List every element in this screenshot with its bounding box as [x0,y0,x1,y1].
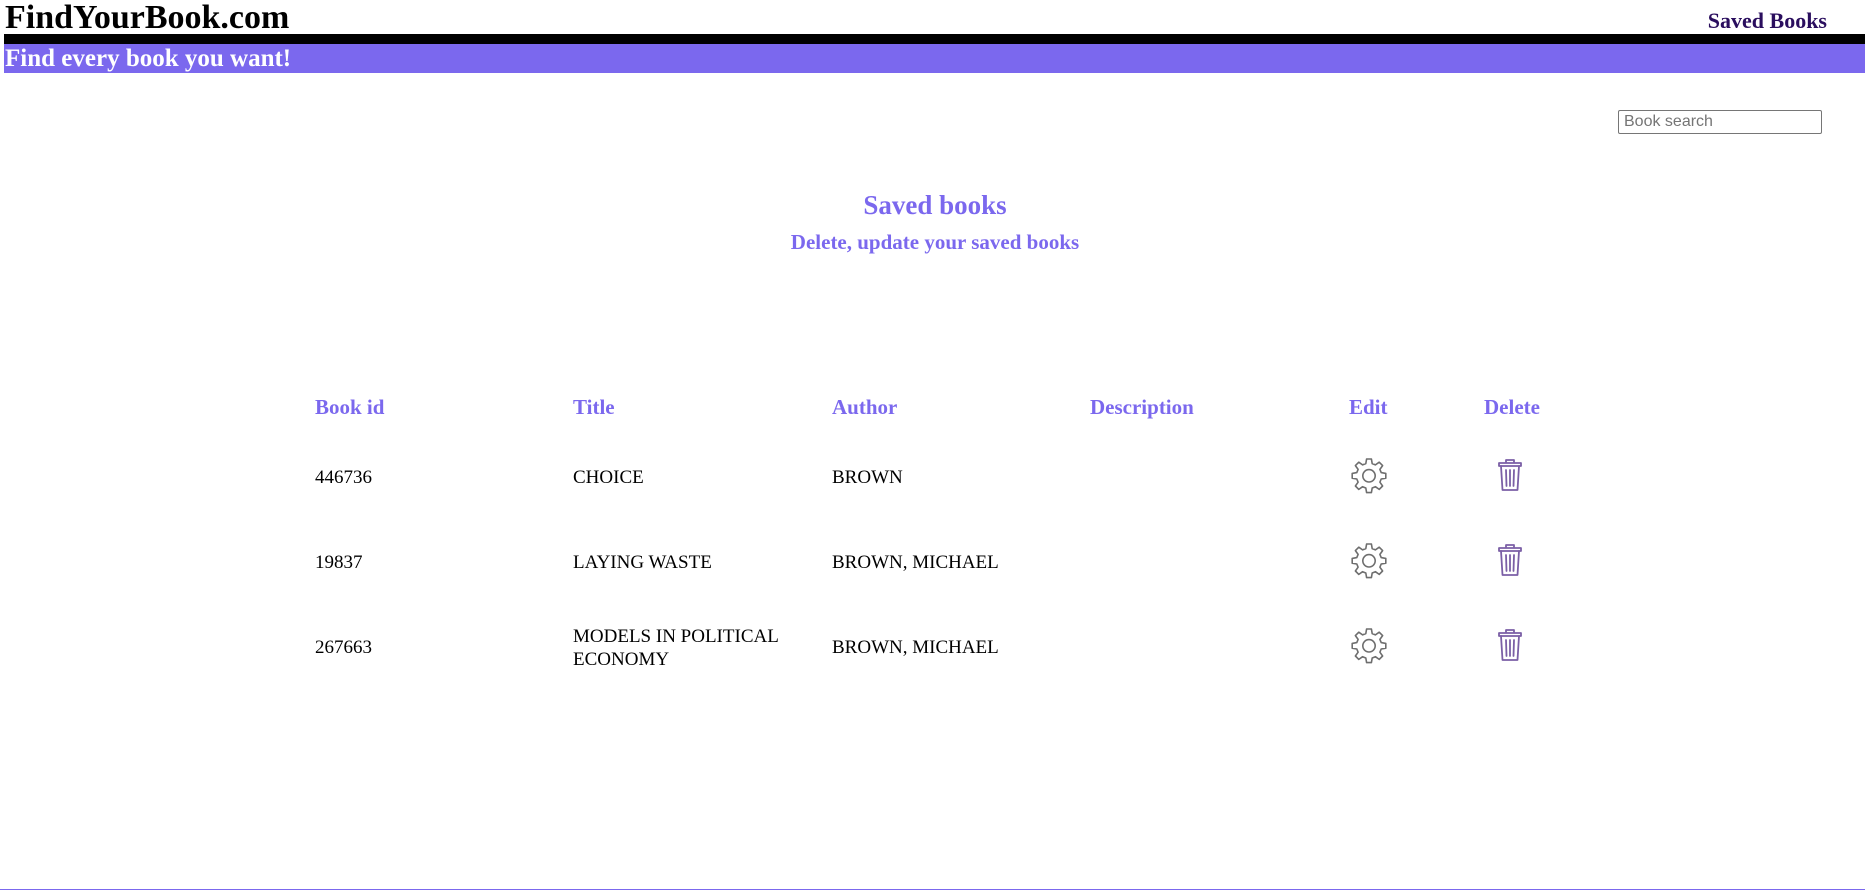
nav-saved-books-link[interactable]: Saved Books [1708,9,1827,33]
tagline-text: Find every book you want! [5,45,292,72]
cell-book-id: 446736 [315,467,372,488]
page-title: Saved books [863,190,1007,220]
cell-title: MODELS IN POLITICAL ECONOMY [573,626,779,670]
column-header-description: Description [1090,395,1194,419]
tagline-banner: Find every book you want! [4,44,1865,73]
trash-icon[interactable] [1490,455,1530,495]
page-subtitle: Delete, update your saved books [790,230,1080,254]
site-logo-text[interactable]: FindYourBook.com [5,0,289,36]
cell-title: CHOICE [573,467,644,488]
trash-icon[interactable] [1490,625,1530,665]
column-header-title: Title [573,395,615,419]
gear-icon[interactable] [1349,625,1389,665]
column-header-edit: Edit [1349,395,1388,419]
cell-book-id: 267663 [315,637,372,658]
page: FindYourBook.com Saved Books Find every … [0,0,1865,891]
header-divider [4,34,1865,44]
cell-author: BROWN, MICHAEL [832,552,999,573]
column-header-author: Author [832,395,898,419]
footer-divider [0,889,1865,890]
trash-icon[interactable] [1490,540,1530,580]
cell-book-id: 19837 [315,552,363,573]
gear-icon[interactable] [1349,540,1389,580]
cell-author: BROWN, MICHAEL [832,637,999,658]
cell-title: LAYING WASTE [573,552,712,573]
gear-icon[interactable] [1349,455,1389,495]
cell-author: BROWN [832,467,903,488]
book-search-input[interactable] [1618,110,1822,134]
column-header-delete: Delete [1484,395,1540,419]
column-header-book-id: Book id [315,395,385,419]
